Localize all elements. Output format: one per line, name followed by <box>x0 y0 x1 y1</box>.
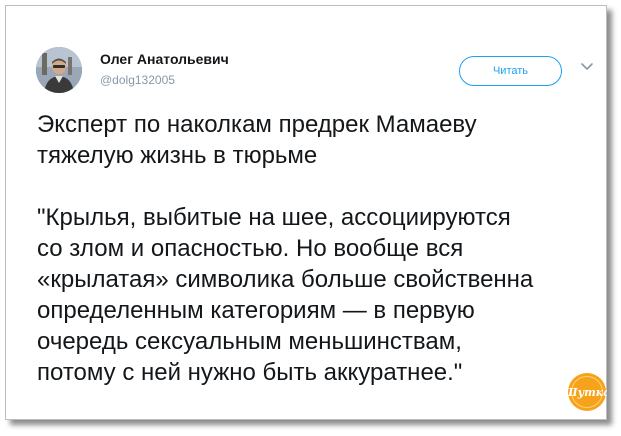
svg-text:Шутка: Шутка <box>567 386 607 399</box>
site-logo-icon: Шутка <box>567 373 607 411</box>
tweet-headline: Эксперт по наколкам предрек Мамаеву тяже… <box>37 111 477 169</box>
avatar-photo-icon <box>36 47 82 93</box>
tweet-text: Эксперт по наколкам предрек Мамаеву тяже… <box>37 109 607 388</box>
avatar[interactable] <box>36 47 82 93</box>
tweet-card: Олег Анатольевич @dolg132005 Читать Эксп… <box>5 5 607 420</box>
author-name[interactable]: Олег Анатольевич <box>100 51 229 67</box>
chevron-down-icon[interactable] <box>580 62 594 72</box>
tweet-quote: "Крылья, выбитые на шее, ассоциируются с… <box>37 204 534 386</box>
author-handle[interactable]: @dolg132005 <box>100 73 175 87</box>
follow-button[interactable]: Читать <box>459 56 562 86</box>
